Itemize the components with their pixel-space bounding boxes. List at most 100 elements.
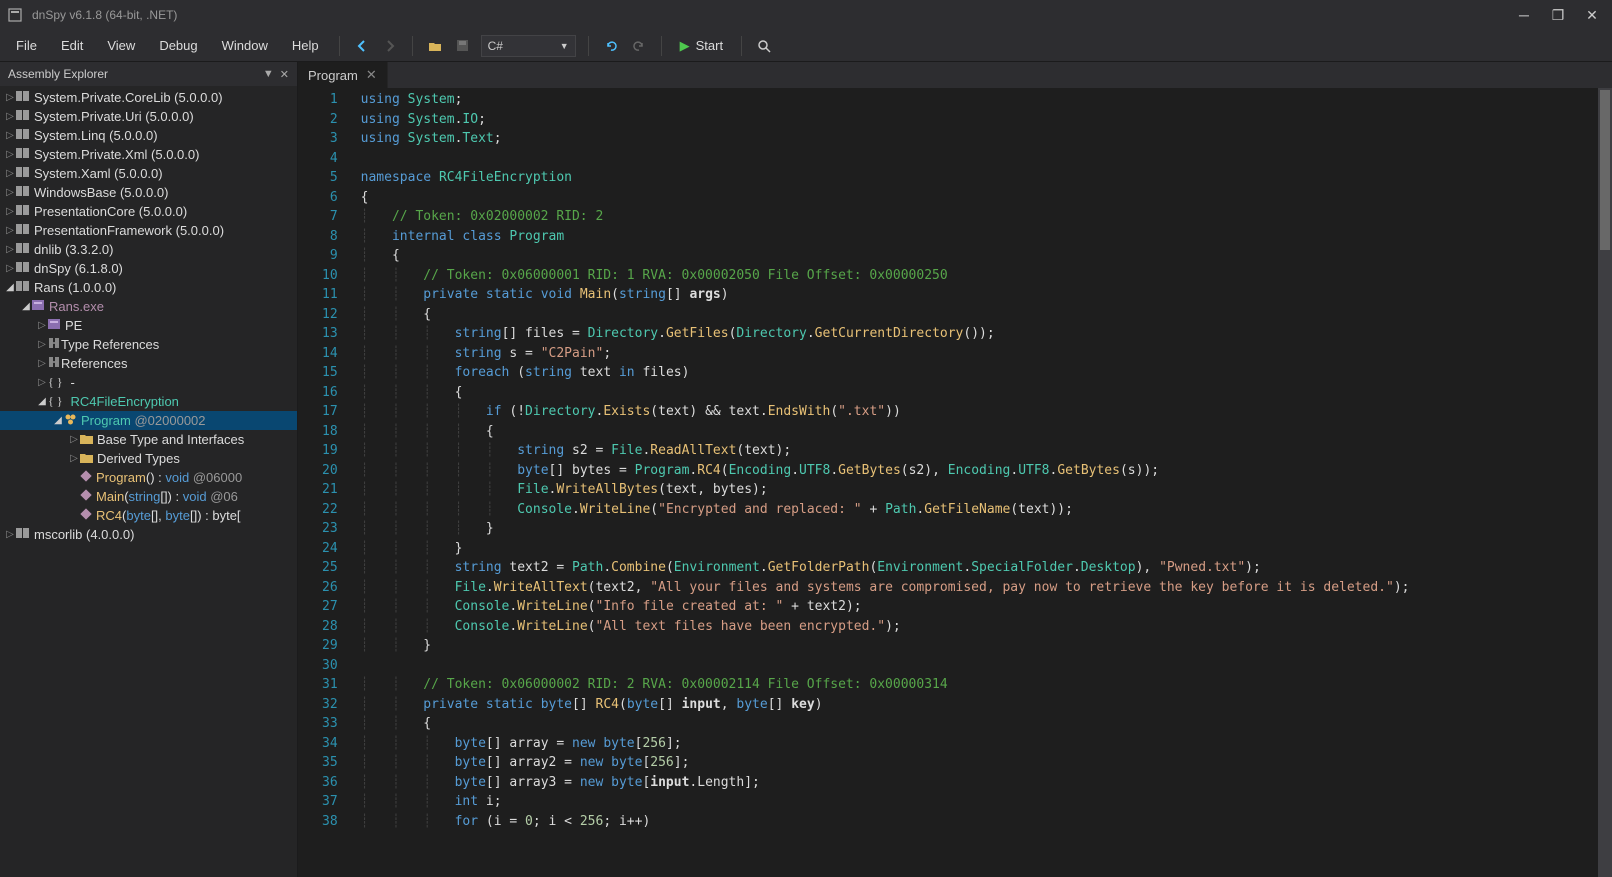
code-line[interactable]: ┊ ┊ ┊ ┊ } (350, 519, 1612, 539)
tree-row[interactable]: ◢Rans.exe (0, 297, 297, 316)
tree-row[interactable]: ▷System.Linq (5.0.0.0) (0, 126, 297, 145)
tree-row[interactable]: ▷dnlib (3.3.2.0) (0, 240, 297, 259)
tab-program[interactable]: Program ✕ (298, 62, 388, 88)
tree-row[interactable]: Program() : void @06000 (0, 468, 297, 487)
code-line[interactable] (350, 149, 1612, 169)
code-line[interactable]: ┊ ┊ ┊ File.WriteAllText(text2, "All your… (350, 578, 1612, 598)
expand-arrow-icon[interactable]: ▷ (4, 529, 16, 540)
expand-arrow-icon[interactable]: ▷ (4, 263, 16, 274)
code-line[interactable]: ┊ ┊ ┊ ┊ { (350, 422, 1612, 442)
code-line[interactable]: ┊ ┊ ┊ byte[] array = new byte[256]; (350, 734, 1612, 754)
code-content[interactable]: using System;using System.IO;using Syste… (350, 88, 1612, 877)
menu-edit[interactable]: Edit (49, 32, 95, 59)
search-button[interactable] (752, 34, 776, 58)
undo-button[interactable] (599, 34, 623, 58)
panel-close-icon[interactable]: ✕ (280, 68, 289, 81)
vertical-scrollbar[interactable] (1598, 88, 1612, 877)
code-line[interactable]: ┊ ┊ ┊ ┊ ┊ string s2 = File.ReadAllText(t… (350, 441, 1612, 461)
tree-row[interactable]: ▷PE (0, 316, 297, 335)
expand-arrow-icon[interactable]: ▷ (4, 206, 16, 217)
nav-forward-button[interactable] (378, 34, 402, 58)
language-combo[interactable]: C# ▼ (481, 35, 576, 57)
expand-arrow-icon[interactable]: ▷ (4, 92, 16, 103)
code-line[interactable]: namespace RC4FileEncryption (350, 168, 1612, 188)
code-line[interactable]: ┊ ┊ ┊ ┊ ┊ Console.WriteLine("Encrypted a… (350, 500, 1612, 520)
code-line[interactable]: using System.IO; (350, 110, 1612, 130)
expand-arrow-icon[interactable]: ▷ (68, 434, 80, 445)
expand-arrow-icon[interactable]: ▷ (36, 377, 48, 388)
save-button[interactable] (451, 34, 475, 58)
code-line[interactable]: { (350, 188, 1612, 208)
code-line[interactable]: using System; (350, 90, 1612, 110)
expand-arrow-icon[interactable]: ▷ (4, 111, 16, 122)
menu-view[interactable]: View (95, 32, 147, 59)
redo-button[interactable] (627, 34, 651, 58)
expand-arrow-icon[interactable]: ▷ (36, 339, 48, 350)
code-line[interactable]: ┊ ┊ ┊ string s = "C2Pain"; (350, 344, 1612, 364)
expand-arrow-icon[interactable]: ▷ (36, 320, 48, 331)
code-line[interactable]: ┊ ┊ ┊ string text2 = Path.Combine(Enviro… (350, 558, 1612, 578)
tree-row[interactable]: ▷System.Private.Uri (5.0.0.0) (0, 107, 297, 126)
code-editor[interactable]: 1234567891011121314151617181920212223242… (298, 88, 1612, 877)
tree-row[interactable]: ▷Derived Types (0, 449, 297, 468)
tree-row[interactable]: ◢Rans (1.0.0.0) (0, 278, 297, 297)
code-line[interactable]: ┊ ┊ ┊ foreach (string text in files) (350, 363, 1612, 383)
expand-arrow-icon[interactable]: ◢ (36, 396, 48, 407)
code-line[interactable]: ┊ ┊ } (350, 636, 1612, 656)
code-line[interactable]: ┊ ┊ ┊ string[] files = Directory.GetFile… (350, 324, 1612, 344)
code-line[interactable]: ┊ ┊ ┊ byte[] array2 = new byte[256]; (350, 753, 1612, 773)
expand-arrow-icon[interactable]: ▷ (4, 149, 16, 160)
code-line[interactable]: ┊ ┊ ┊ Console.WriteLine("Info file creat… (350, 597, 1612, 617)
expand-arrow-icon[interactable]: ▷ (4, 225, 16, 236)
tree-row[interactable]: ▷Base Type and Interfaces (0, 430, 297, 449)
expand-arrow-icon[interactable]: ◢ (20, 301, 32, 312)
expand-arrow-icon[interactable]: ▷ (36, 358, 48, 369)
panel-pin-icon[interactable]: ▼ (263, 68, 274, 81)
tree-row[interactable]: ▷System.Xaml (5.0.0.0) (0, 164, 297, 183)
code-line[interactable]: ┊ ┊ ┊ { (350, 383, 1612, 403)
code-line[interactable]: ┊ ┊ { (350, 714, 1612, 734)
tree-row[interactable]: ▷WindowsBase (5.0.0.0) (0, 183, 297, 202)
code-line[interactable] (350, 656, 1612, 676)
tree-row[interactable]: ▷mscorlib (4.0.0.0) (0, 525, 297, 544)
expand-arrow-icon[interactable]: ▷ (4, 168, 16, 179)
tree-row[interactable]: ◢Program @02000002 (0, 411, 297, 430)
code-line[interactable]: ┊ // Token: 0x02000002 RID: 2 (350, 207, 1612, 227)
expand-arrow-icon[interactable]: ◢ (4, 282, 16, 293)
code-line[interactable]: ┊ ┊ ┊ ┊ ┊ byte[] bytes = Program.RC4(Enc… (350, 461, 1612, 481)
code-line[interactable]: ┊ internal class Program (350, 227, 1612, 247)
tree-row[interactable]: ▷Type References (0, 335, 297, 354)
code-line[interactable]: using System.Text; (350, 129, 1612, 149)
code-line[interactable]: ┊ ┊ ┊ int i; (350, 792, 1612, 812)
expand-arrow-icon[interactable]: ▷ (4, 244, 16, 255)
menu-window[interactable]: Window (210, 32, 280, 59)
menu-file[interactable]: File (4, 32, 49, 59)
code-line[interactable]: ┊ ┊ ┊ ┊ ┊ File.WriteAllBytes(text, bytes… (350, 480, 1612, 500)
tree-row[interactable]: ▷dnSpy (6.1.8.0) (0, 259, 297, 278)
tree-row[interactable]: ▷System.Private.Xml (5.0.0.0) (0, 145, 297, 164)
tab-close-icon[interactable]: ✕ (366, 67, 377, 83)
code-line[interactable]: ┊ ┊ ┊ Console.WriteLine("All text files … (350, 617, 1612, 637)
expand-arrow-icon[interactable]: ◢ (52, 415, 64, 426)
code-line[interactable]: ┊ ┊ private static byte[] RC4(byte[] inp… (350, 695, 1612, 715)
expand-arrow-icon[interactable]: ▷ (68, 453, 80, 464)
tree-row[interactable]: Main(string[]) : void @06 (0, 487, 297, 506)
minimize-button[interactable]: ─ (1516, 7, 1532, 23)
start-button[interactable]: ▶ Start (670, 38, 733, 54)
code-line[interactable]: ┊ ┊ private static void Main(string[] ar… (350, 285, 1612, 305)
code-line[interactable]: ┊ ┊ // Token: 0x06000002 RID: 2 RVA: 0x0… (350, 675, 1612, 695)
scroll-thumb[interactable] (1600, 90, 1610, 250)
close-button[interactable]: ✕ (1584, 7, 1600, 23)
code-line[interactable]: ┊ ┊ ┊ byte[] array3 = new byte[input.Len… (350, 773, 1612, 793)
tree-row[interactable]: ▷PresentationCore (5.0.0.0) (0, 202, 297, 221)
code-line[interactable]: ┊ ┊ ┊ for (i = 0; i < 256; i++) (350, 812, 1612, 832)
code-line[interactable]: ┊ { (350, 246, 1612, 266)
code-line[interactable]: ┊ ┊ // Token: 0x06000001 RID: 1 RVA: 0x0… (350, 266, 1612, 286)
tree-row[interactable]: ▷References (0, 354, 297, 373)
open-button[interactable] (423, 34, 447, 58)
assembly-tree[interactable]: ▷System.Private.CoreLib (5.0.0.0)▷System… (0, 86, 297, 877)
menu-debug[interactable]: Debug (147, 32, 209, 59)
maximize-button[interactable]: ❐ (1550, 7, 1566, 23)
tree-row[interactable]: ◢{ }RC4FileEncryption (0, 392, 297, 411)
code-line[interactable]: ┊ ┊ ┊ } (350, 539, 1612, 559)
